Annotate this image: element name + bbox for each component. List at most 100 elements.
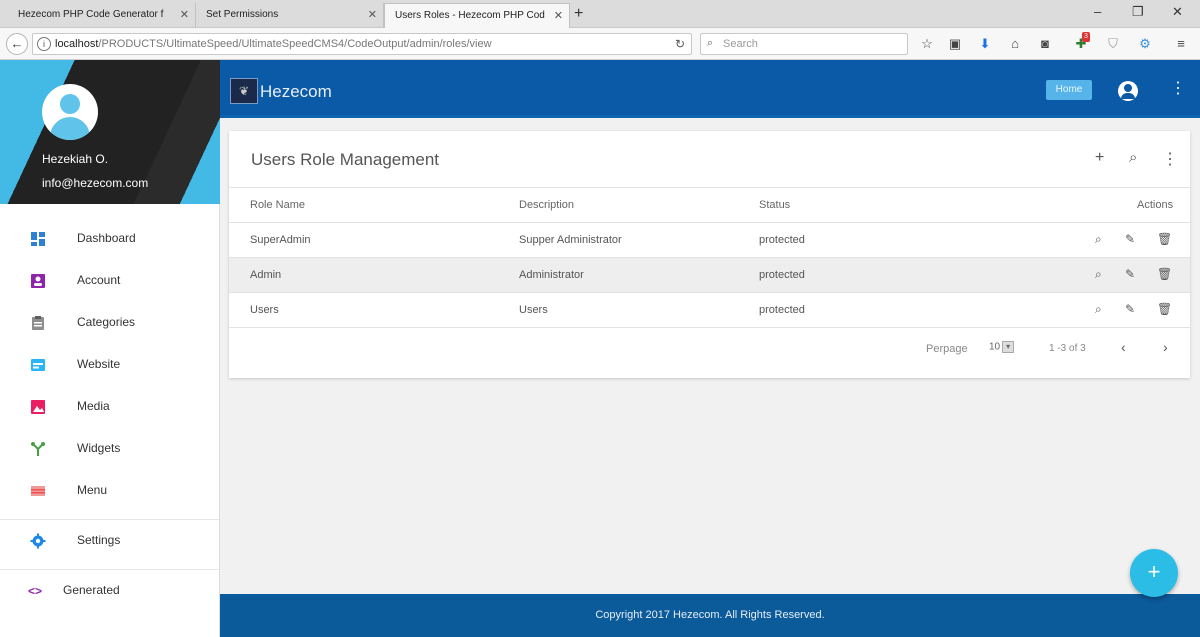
info-icon[interactable]: i <box>37 37 51 51</box>
sidebar-item-categories[interactable]: Categories <box>0 302 219 344</box>
home-button[interactable]: Home <box>1046 80 1092 100</box>
account-icon <box>31 274 45 288</box>
url-bar[interactable]: i localhost/PRODUCTS/UltimateSpeed/Ultim… <box>32 33 692 55</box>
edit-icon[interactable]: ✎ <box>1125 232 1135 246</box>
perpage-select[interactable]: 10 ▾ <box>989 341 1015 353</box>
browser-tab[interactable]: Set Permissions ✕ <box>196 3 384 28</box>
close-icon[interactable]: ✕ <box>554 4 563 28</box>
view-icon[interactable]: ⌕ <box>1095 267 1102 282</box>
sidebar-item-account[interactable]: Account <box>0 260 219 302</box>
add-floating-button[interactable]: + <box>1130 549 1178 597</box>
table-row[interactable]: SuperAdmin Supper Administrator protecte… <box>229 222 1190 257</box>
chevron-right-icon[interactable]: › <box>1163 339 1168 355</box>
table-row[interactable]: Users Users protected ⌕ ✎ 🗑 <box>229 292 1190 327</box>
sidebar-item-label: Account <box>77 273 121 287</box>
browser-search-input[interactable]: ⌕ Search <box>700 33 908 55</box>
page-title: Users Role Management <box>251 150 440 169</box>
column-header[interactable]: Description <box>519 199 574 211</box>
home-icon[interactable]: ⌂ <box>1006 35 1024 53</box>
sidebar-item-widgets[interactable]: Widgets <box>0 428 219 470</box>
sidebar-item-website[interactable]: Website <box>0 344 219 386</box>
sidebar-item-generated[interactable]: <> Generated <box>0 570 219 612</box>
avatar[interactable] <box>42 84 98 140</box>
sidebar-item-label: Generated <box>63 583 120 597</box>
star-icon[interactable]: ☆ <box>918 35 936 53</box>
table-header: Role Name Description Status Actions <box>229 187 1190 222</box>
close-icon[interactable]: ✕ <box>180 3 189 27</box>
more-vert-icon[interactable]: ⋮ <box>1170 80 1186 98</box>
notification-badge: 3 <box>1082 32 1090 42</box>
dashboard-icon <box>31 232 45 246</box>
widgets-icon <box>31 442 45 456</box>
app-title[interactable]: Hezecom <box>260 82 332 102</box>
account-circle-icon[interactable] <box>1118 81 1138 101</box>
browser-tab-active[interactable]: Users Roles - Hezecom PHP Cod ✕ <box>384 3 570 28</box>
tab-title: Set Permissions <box>206 9 279 20</box>
url-text: localhost/PRODUCTS/UltimateSpeed/Ultimat… <box>55 38 492 50</box>
sidebar-item-label: Dashboard <box>77 231 136 245</box>
more-vert-icon[interactable]: ⋮ <box>1162 149 1178 169</box>
sidebar-item-menu[interactable]: Menu <box>0 470 219 512</box>
delete-icon[interactable]: 🗑 <box>1157 232 1172 246</box>
tab-title: Users Roles - Hezecom PHP Cod <box>395 10 545 21</box>
url-path: /PRODUCTS/UltimateSpeed/UltimateSpeedCMS… <box>98 38 492 50</box>
back-icon[interactable]: ← <box>6 33 28 55</box>
column-header[interactable]: Status <box>759 199 790 211</box>
tab-title: Hezecom PHP Code Generator f <box>18 9 164 20</box>
browser-tab[interactable]: Hezecom PHP Code Generator f ✕ <box>8 3 196 28</box>
footer: Copyright 2017 Hezecom. All Rights Reser… <box>220 594 1200 637</box>
role-description: Administrator <box>519 269 584 281</box>
account-icon-head <box>1124 84 1132 92</box>
view-icon[interactable]: ⌕ <box>1095 302 1102 317</box>
close-icon[interactable]: ✕ <box>368 3 377 27</box>
delete-icon[interactable]: 🗑 <box>1157 267 1172 281</box>
url-host: localhost <box>55 38 99 50</box>
logo-icon[interactable]: ❦ <box>230 78 258 104</box>
role-status: protected <box>759 234 805 246</box>
table-row[interactable]: Admin Administrator protected ⌕ ✎ 🗑 <box>229 257 1190 292</box>
pocket-icon[interactable]: ◙ <box>1036 35 1054 53</box>
reload-icon[interactable]: ↻ <box>675 37 685 51</box>
code-icon: <> <box>28 584 43 598</box>
column-header[interactable]: Role Name <box>250 199 305 211</box>
browser-nav-bar: ← i localhost/PRODUCTS/UltimateSpeed/Ult… <box>0 28 1200 60</box>
restore-icon[interactable]: ❐ <box>1132 4 1144 20</box>
role-name: Admin <box>250 269 282 281</box>
avatar-body <box>50 117 90 140</box>
hamburger-menu-icon[interactable]: ≡ <box>1172 35 1190 53</box>
user-name: Hezekiah O. <box>42 152 109 166</box>
sidebar-item-label: Media <box>77 399 110 413</box>
column-header: Actions <box>1137 199 1174 211</box>
role-description: Users <box>519 304 548 316</box>
copyright-text: Copyright 2017 Hezecom. All Rights Reser… <box>595 609 825 621</box>
search-icon: ⌕ <box>707 37 714 49</box>
sidebar-item-label: Categories <box>77 315 136 329</box>
shield-icon[interactable]: ⛉ <box>1104 35 1122 53</box>
sidebar-item-media[interactable]: Media <box>0 386 219 428</box>
sidebar-item-label: Widgets <box>77 441 121 455</box>
sidebar-item-settings[interactable]: Settings <box>0 520 219 562</box>
delete-icon[interactable]: 🗑 <box>1157 302 1172 316</box>
view-icon[interactable]: ⌕ <box>1095 232 1102 247</box>
chevron-left-icon[interactable]: ‹ <box>1121 339 1126 355</box>
search-icon[interactable]: ⌕ <box>1129 149 1137 166</box>
puzzle-icon[interactable]: ⚙ <box>1136 35 1154 53</box>
extension-icon[interactable]: ✚ 3 <box>1072 32 1090 53</box>
avatar-head <box>60 94 80 114</box>
sidebar-item-dashboard[interactable]: Dashboard <box>0 218 219 260</box>
minimize-icon[interactable]: – <box>1094 4 1101 19</box>
clipboard-icon[interactable]: ▣ <box>946 35 964 53</box>
edit-icon[interactable]: ✎ <box>1125 302 1135 316</box>
window-close-icon[interactable]: ✕ <box>1172 4 1183 20</box>
add-icon[interactable]: + <box>1095 149 1104 167</box>
role-status: protected <box>759 269 805 281</box>
perpage-label: Perpage <box>926 343 968 355</box>
new-tab-icon[interactable]: + <box>574 3 583 25</box>
role-status: protected <box>759 304 805 316</box>
edit-icon[interactable]: ✎ <box>1125 267 1135 281</box>
download-icon[interactable]: ⬇ <box>976 35 994 53</box>
pagination: Perpage 10 ▾ 1 -3 of 3 ‹ › <box>229 327 1190 367</box>
account-icon-body <box>1121 93 1135 99</box>
sidebar-item-label: Settings <box>77 533 121 547</box>
perpage-value: 10 <box>989 341 1001 353</box>
